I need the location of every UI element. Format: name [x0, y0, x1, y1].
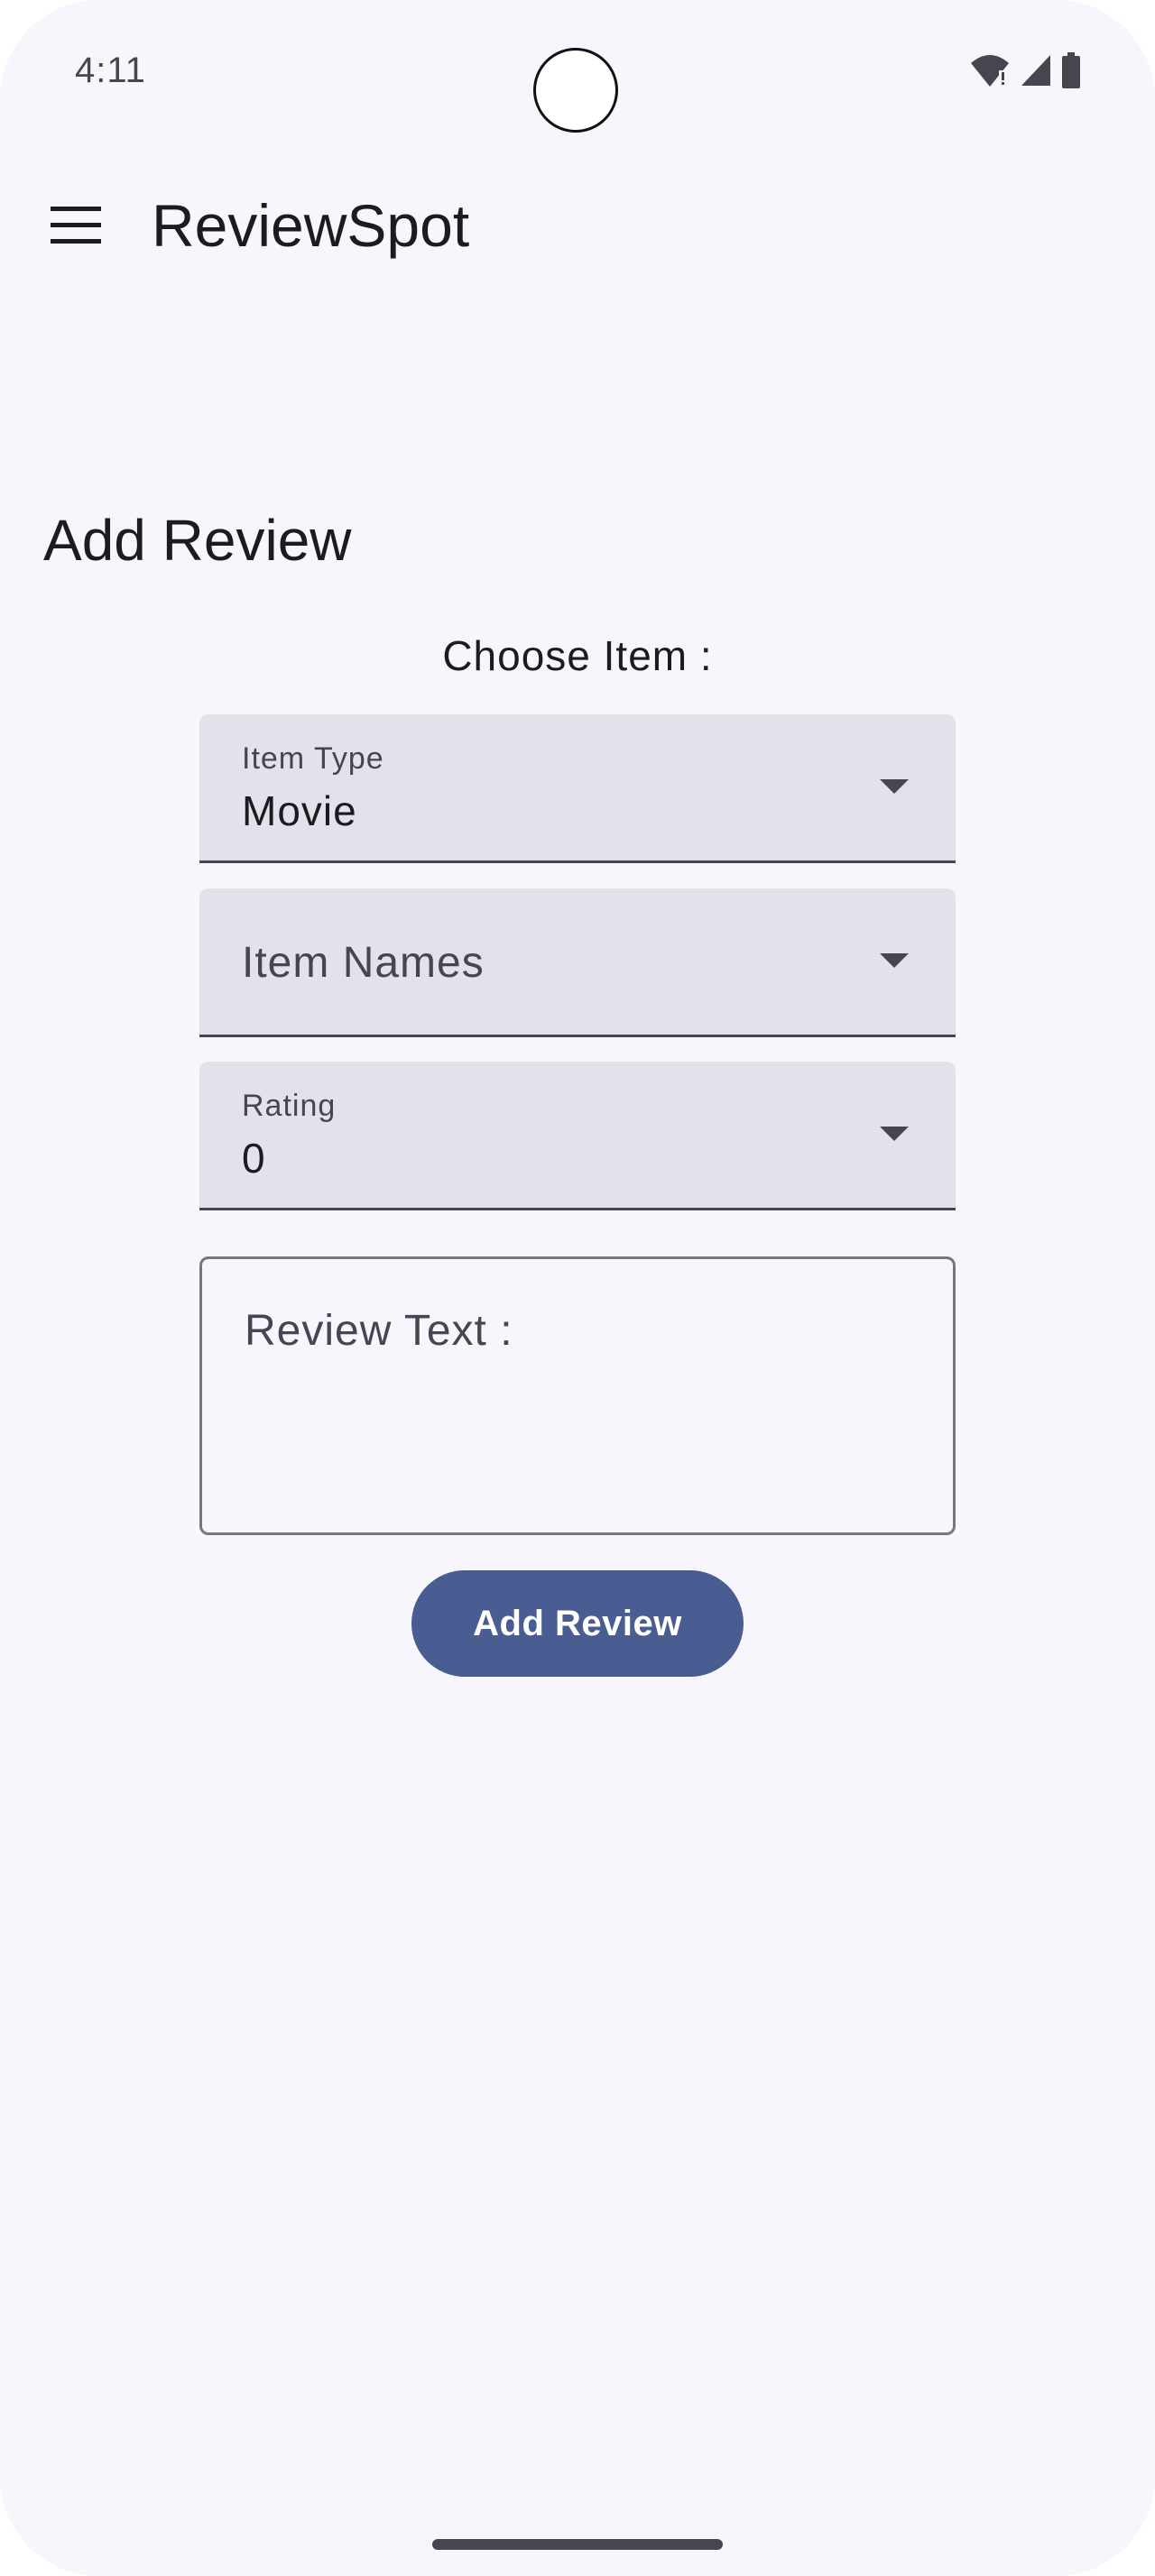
hamburger-menu-icon — [51, 207, 101, 244]
status-icons — [969, 52, 1081, 88]
cell-signal-icon — [1021, 55, 1050, 86]
phone-screen: 4:11 ReviewSpot Add Review Choose Item :… — [0, 0, 1155, 2576]
add-review-button[interactable]: Add Review — [411, 1570, 744, 1677]
dropdown-arrow-icon — [880, 779, 909, 794]
review-text-field[interactable]: Review Text : — [199, 1256, 956, 1535]
dropdown-arrow-icon — [880, 953, 909, 968]
home-indicator[interactable] — [432, 2539, 723, 2550]
rating-value: 0 — [242, 1135, 266, 1182]
review-text-placeholder: Review Text : — [245, 1307, 513, 1355]
status-time: 4:11 — [75, 51, 146, 90]
item-type-dropdown[interactable]: Item Type Movie — [199, 714, 956, 863]
dropdown-arrow-icon — [880, 1127, 909, 1141]
wifi-icon — [971, 55, 1009, 87]
menu-button[interactable] — [40, 189, 112, 262]
item-type-value: Movie — [242, 787, 357, 834]
rating-dropdown[interactable]: Rating 0 — [199, 1062, 956, 1210]
page-title: Add Review — [43, 508, 352, 573]
battery-icon — [1062, 52, 1080, 88]
item-names-dropdown[interactable]: Item Names — [199, 888, 956, 1037]
rating-label: Rating — [242, 1089, 337, 1123]
camera-cutout — [533, 48, 618, 133]
item-names-placeholder: Item Names — [242, 939, 485, 987]
app-title: ReviewSpot — [152, 192, 470, 259]
item-type-label: Item Type — [242, 741, 384, 776]
choose-item-label: Choose Item : — [442, 632, 713, 679]
